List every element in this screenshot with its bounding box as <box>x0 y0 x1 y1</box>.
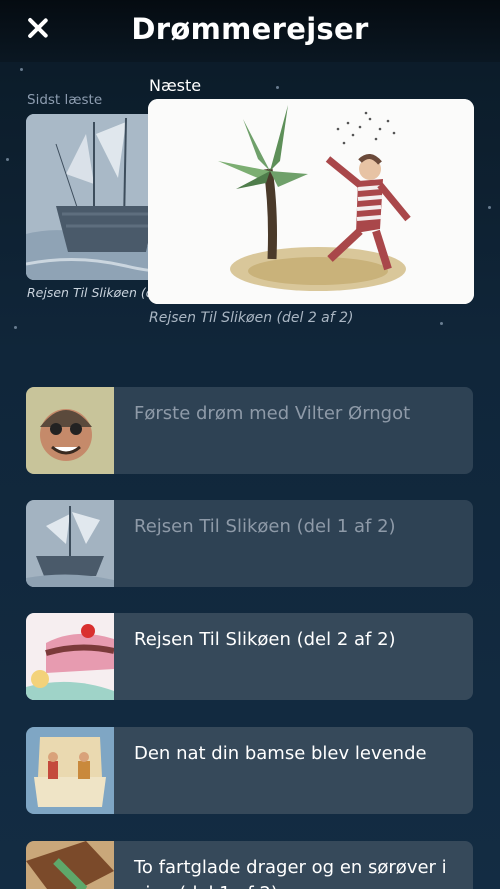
recent-story-title: Rejsen Til Slikøen (del 1 af 2) <box>27 285 152 300</box>
star-decoration <box>488 206 491 209</box>
story-thumbnail <box>26 841 114 889</box>
star-decoration <box>14 326 17 329</box>
recent-label: Sidst læste <box>27 92 103 108</box>
page-title: Drømmerejser <box>131 12 369 46</box>
story-thumbnail <box>26 500 114 587</box>
next-story-card[interactable] <box>148 99 474 304</box>
star-decoration <box>20 68 23 71</box>
palm-tree-boy-illustration <box>148 99 474 304</box>
star-decoration <box>276 86 279 89</box>
star-decoration <box>6 158 9 161</box>
app-header: Drømmerejser <box>0 0 500 62</box>
story-list-item[interactable]: To fartglade drager og en sørøver i ginn… <box>26 841 473 889</box>
story-title: Den nat din bamse blev levende <box>134 743 427 764</box>
story-list-item[interactable]: Rejsen Til Slikøen (del 1 af 2) <box>26 500 473 587</box>
story-thumbnail <box>26 727 114 814</box>
story-list-item[interactable]: Den nat din bamse blev levende <box>26 727 473 814</box>
story-thumbnail <box>26 613 114 700</box>
star-decoration <box>440 322 443 325</box>
story-title: To fartglade drager og en sørøver i ginn… <box>134 857 447 889</box>
story-title: Rejsen Til Slikøen (del 1 af 2) <box>134 516 396 537</box>
story-list-item[interactable]: Rejsen Til Slikøen (del 2 af 2) <box>26 613 473 700</box>
next-label: Næste <box>149 76 202 95</box>
story-thumbnail <box>26 387 114 474</box>
next-story-title: Rejsen Til Slikøen (del 2 af 2) <box>149 310 354 326</box>
story-list-item[interactable]: Første drøm med Vilter Ørngot <box>26 387 473 474</box>
story-title: Første drøm med Vilter Ørngot <box>134 403 411 424</box>
story-title: Rejsen Til Slikøen (del 2 af 2) <box>134 629 396 650</box>
